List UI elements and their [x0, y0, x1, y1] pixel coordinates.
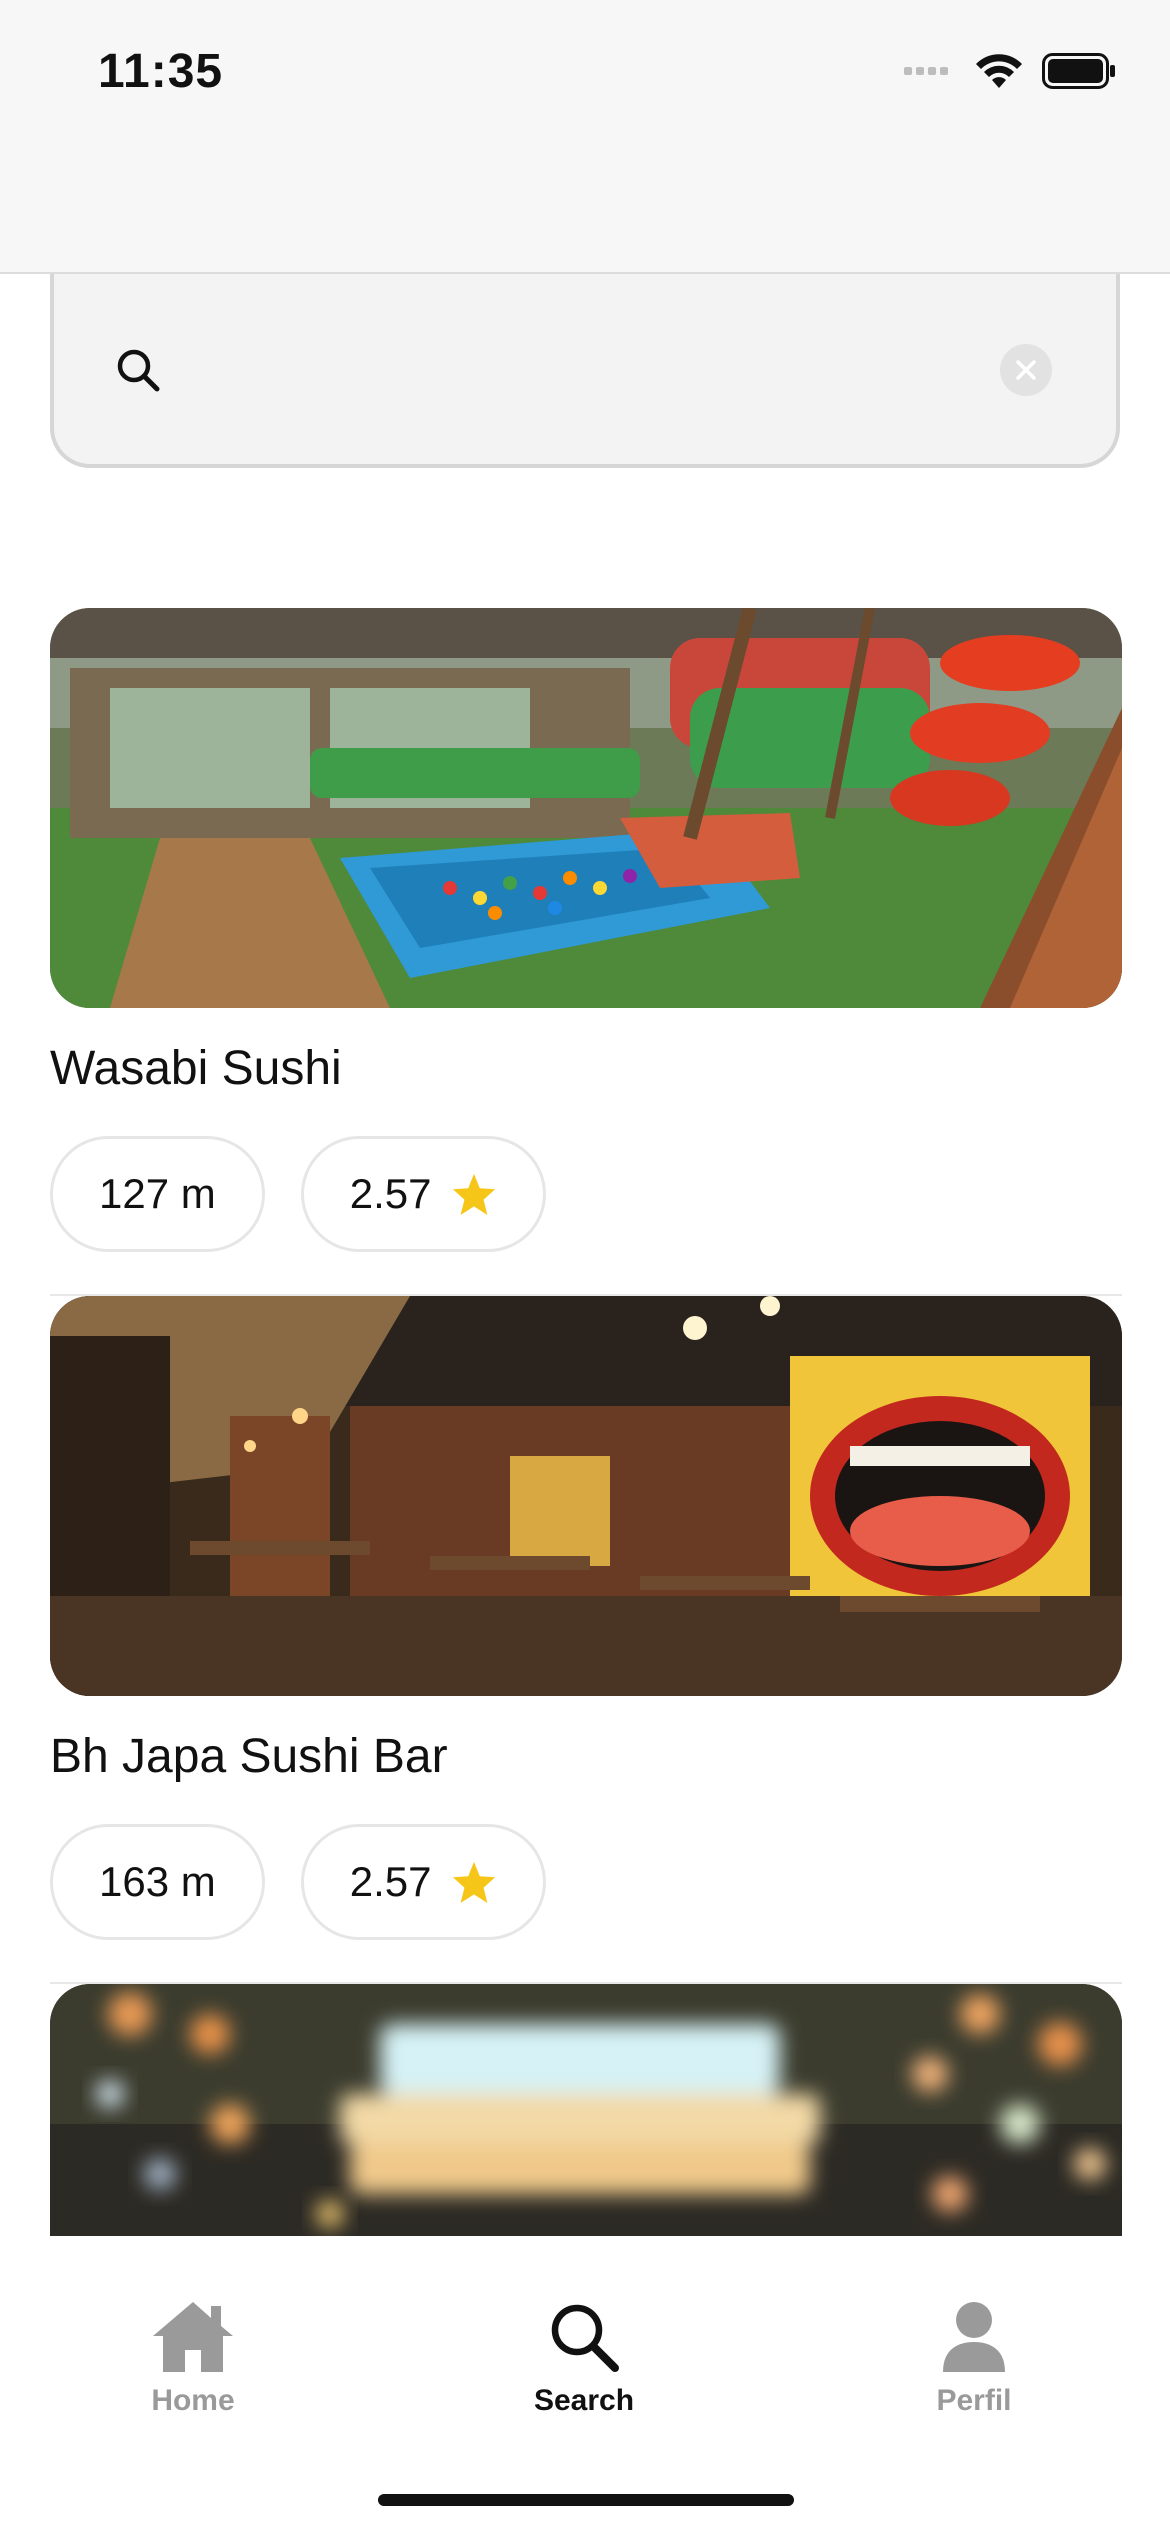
- tab-label: Perfil: [936, 2384, 1012, 2417]
- restaurant-photo: [50, 1984, 1122, 2236]
- search-results-scroll[interactable]: Wasabi Sushi 127 m 2.57 Bh Japa Sushi Ba…: [0, 274, 1170, 2236]
- rating-value: 2.57: [349, 1170, 432, 1217]
- person-icon: [943, 2302, 1005, 2372]
- search-input[interactable]: [184, 334, 1008, 406]
- star-icon: [453, 1173, 496, 1216]
- distance-chip: 127 m: [50, 1136, 265, 1252]
- distance-chip: 163 m: [50, 1824, 265, 1940]
- close-icon: [1016, 360, 1036, 380]
- status-time: 11:35: [98, 45, 224, 98]
- restaurant-info-chips: 127 m 2.57: [50, 1136, 1122, 1252]
- tab-perfil[interactable]: Perfil: [844, 2300, 1104, 2418]
- rating-value: 2.57: [349, 1858, 432, 1905]
- tab-home[interactable]: Home: [63, 2300, 323, 2418]
- home-indicator[interactable]: [378, 2494, 794, 2506]
- tab-label: Search: [533, 2384, 635, 2417]
- search-icon: [117, 349, 160, 392]
- restaurant-info-chips: 163 m 2.57: [50, 1824, 1122, 1940]
- rating-chip: 2.57: [300, 1136, 547, 1252]
- rating-chip: 2.57: [300, 1824, 547, 1940]
- tab-label: Home: [151, 2384, 235, 2417]
- battery-icon: [1042, 53, 1115, 89]
- restaurant-photo: [50, 1296, 1122, 1696]
- search-bar[interactable]: [50, 274, 1120, 468]
- restaurant-name: Bh Japa Sushi Bar: [50, 1730, 448, 1783]
- restaurant-name: Wasabi Sushi: [50, 1042, 342, 1095]
- star-icon: [453, 1861, 496, 1904]
- restaurant-card[interactable]: Wasabi Sushi 127 m 2.57: [50, 608, 1122, 1252]
- cellular-signal-icon: [904, 67, 952, 75]
- restaurant-card[interactable]: [50, 1984, 1122, 2236]
- home-icon: [153, 2302, 233, 2372]
- restaurant-photo: [50, 608, 1122, 1008]
- clear-search-button[interactable]: [1000, 344, 1052, 396]
- status-icons: [904, 52, 1116, 90]
- wifi-icon: [976, 54, 1022, 88]
- search-icon: [551, 2304, 619, 2372]
- distance-value: 127 m: [99, 1170, 216, 1217]
- restaurant-card[interactable]: Bh Japa Sushi Bar 163 m 2.57: [50, 1296, 1122, 1940]
- status-bar: 11:35: [0, 0, 1170, 274]
- tab-search[interactable]: Search: [454, 2300, 714, 2418]
- distance-value: 163 m: [99, 1858, 216, 1905]
